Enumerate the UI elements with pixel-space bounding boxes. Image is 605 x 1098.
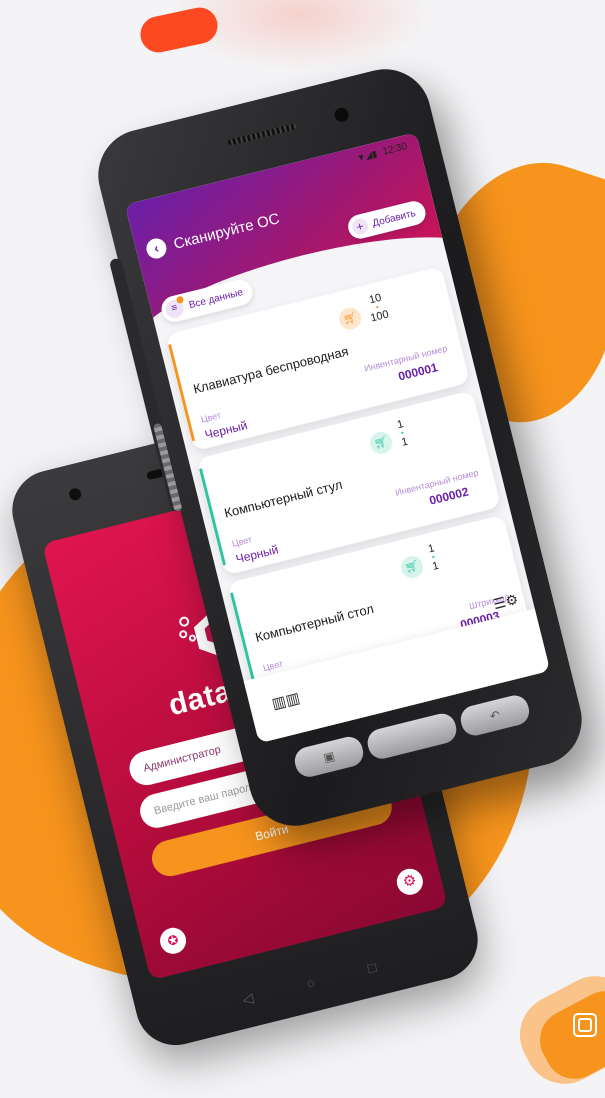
card-accent-bar — [167, 343, 196, 442]
card-accent-bar — [198, 468, 227, 566]
hw-scan-icon[interactable]: ▣ — [291, 733, 367, 780]
badge-icon[interactable]: ✪ — [157, 925, 189, 957]
asset-name: Компьютерный стул — [222, 476, 344, 521]
card-accent-bar — [229, 592, 258, 690]
add-button-label: Добавить — [371, 207, 417, 229]
camera-icon — [333, 106, 351, 124]
asset-name: Компьютерный стол — [253, 600, 376, 645]
cart-icon: 🛒︎ — [367, 429, 395, 457]
cart-icon: 🛒︎ — [398, 553, 426, 581]
scanner-logo-icon — [573, 1013, 597, 1037]
nav-recents-icon[interactable]: □ — [366, 959, 378, 978]
color-label: Цвет — [199, 410, 222, 425]
hw-home-button[interactable] — [364, 710, 460, 762]
camera-icon — [67, 486, 83, 502]
count-fraction: 1 • 1 — [395, 418, 410, 449]
chart-icon[interactable]: ▥▥ — [270, 688, 302, 712]
asset-name: Клавиатура беспроводная — [191, 343, 350, 397]
plus-icon: + — [350, 216, 370, 237]
filter-icon: ≡ — [163, 295, 186, 320]
speaker-grille — [227, 123, 297, 146]
count-fraction: 1 • 1 — [426, 542, 441, 573]
nav-home-icon[interactable]: ○ — [304, 974, 316, 993]
hw-back-icon[interactable]: ↶ — [457, 692, 533, 739]
filter-button-label: Все данные — [187, 286, 245, 311]
gear-icon[interactable]: ⚙ — [394, 866, 426, 898]
count-total: 1 — [431, 559, 441, 573]
color-label: Цвет — [230, 534, 253, 549]
count-total: 1 — [400, 435, 410, 449]
nav-back-icon[interactable]: ◁ — [241, 989, 256, 1008]
cart-icon: 🛒︎ — [336, 305, 364, 333]
count-fraction: 10 • 100 — [367, 291, 391, 325]
